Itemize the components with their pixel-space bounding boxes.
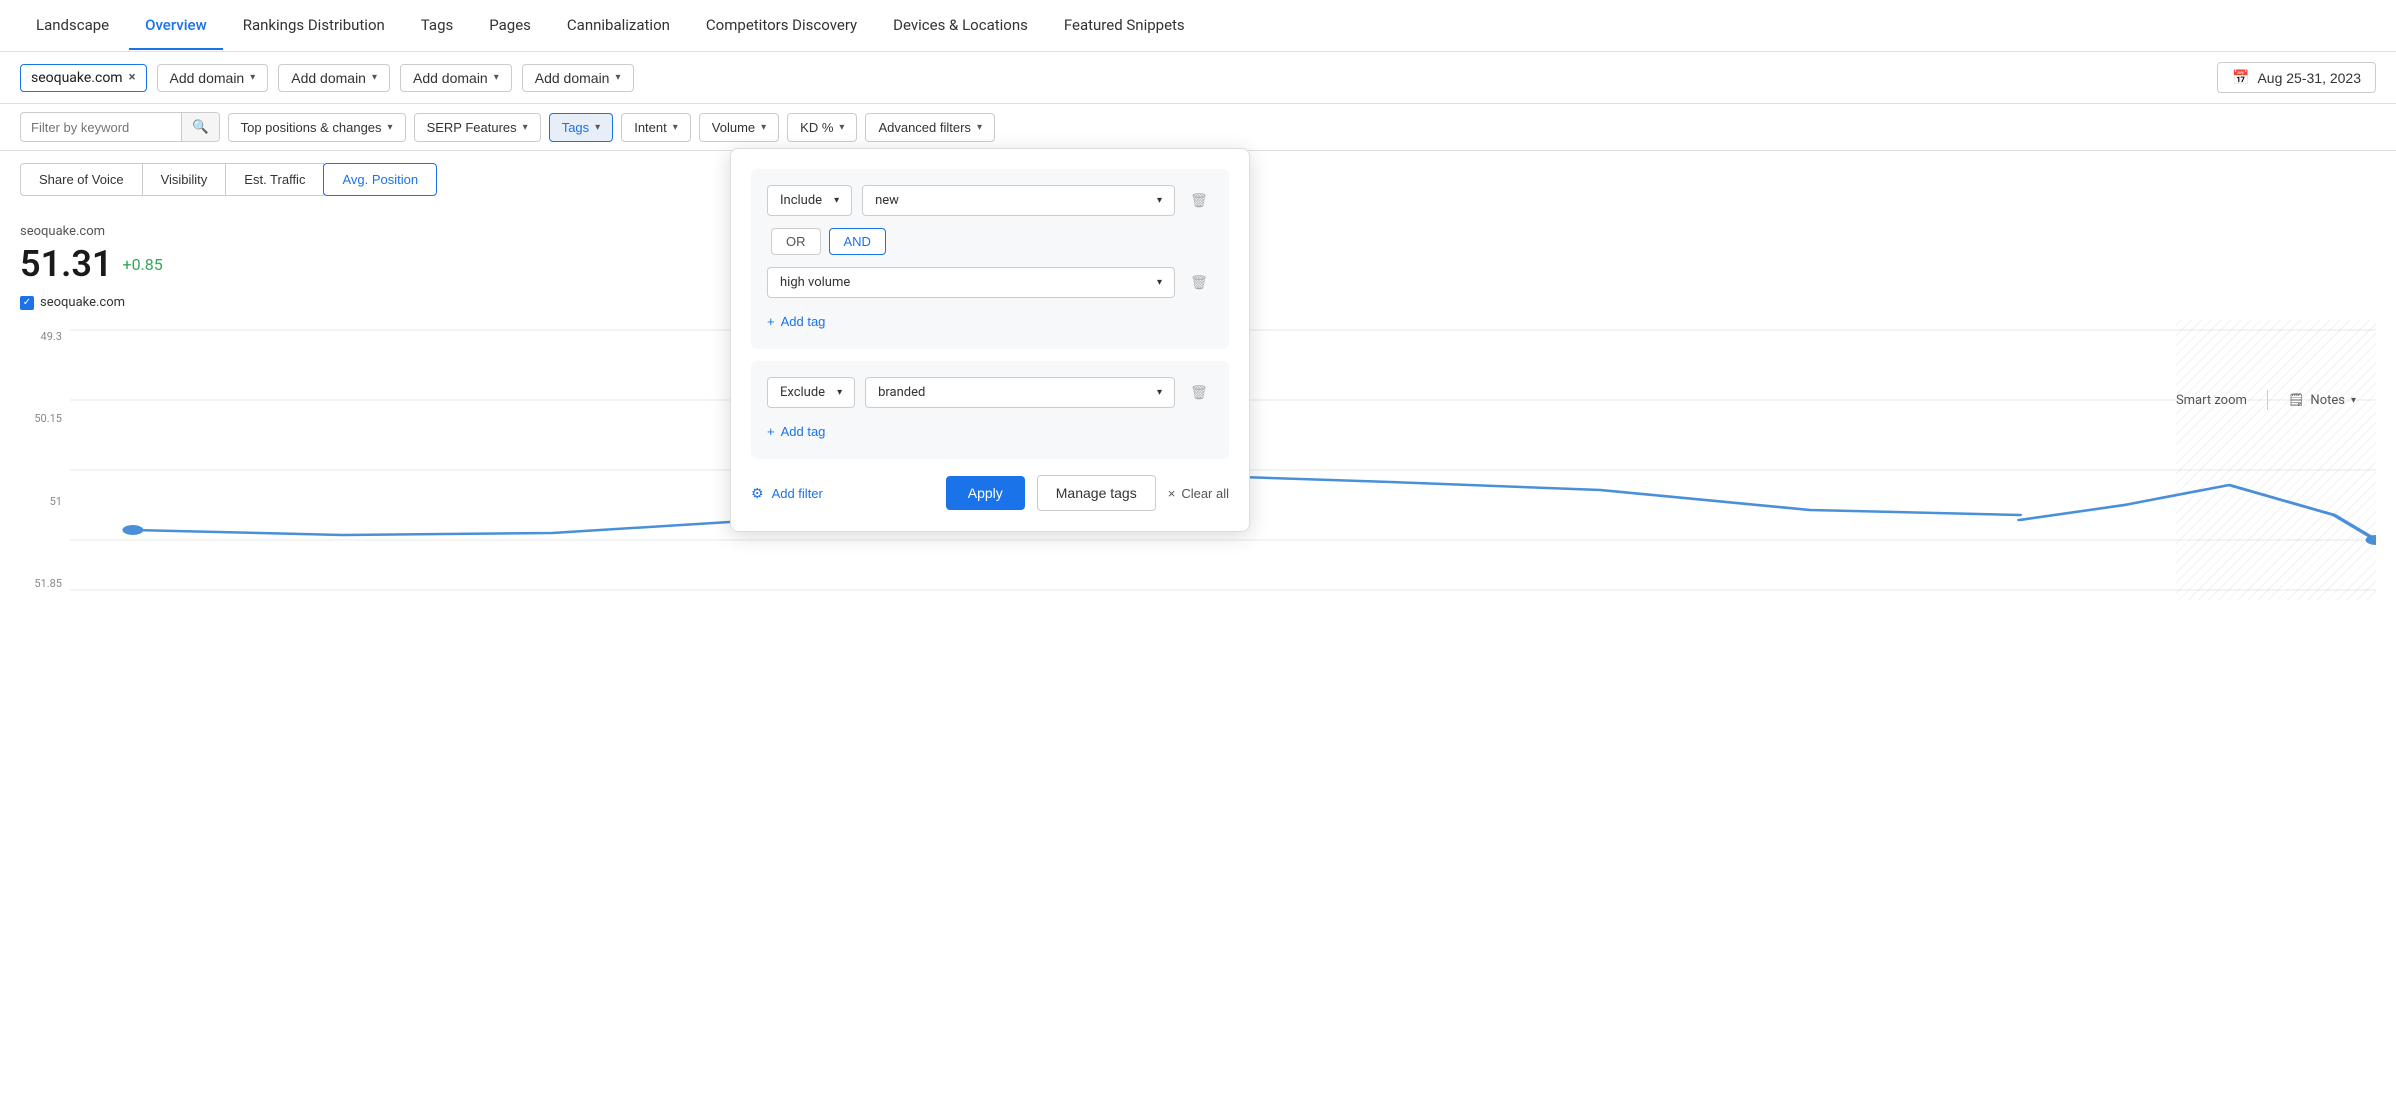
chevron-down-icon: ▾ <box>615 72 620 83</box>
search-button[interactable]: 🔍 <box>181 113 219 141</box>
chevron-down-icon: ▾ <box>250 72 255 83</box>
exclude-select[interactable]: Exclude ▾ <box>767 377 855 408</box>
nav-item-competitors-discovery[interactable]: Competitors Discovery <box>690 2 873 50</box>
tags-filter[interactable]: Tags ▾ <box>549 113 614 142</box>
tags-filter-popup: Include ▾ new ▾ 🗑 OR AND high volume ▾ 🗑… <box>730 148 1250 532</box>
share-of-voice-tab[interactable]: Share of Voice <box>20 163 143 196</box>
volume-filter[interactable]: Volume ▾ <box>699 113 779 142</box>
y-axis: 49.3 50.15 51 51.85 <box>20 320 70 600</box>
tag-value-select-1[interactable]: new ▾ <box>862 185 1175 216</box>
kd-filter[interactable]: KD % ▾ <box>787 113 857 142</box>
search-input[interactable] <box>21 114 181 141</box>
chart-top-right-controls: Smart zoom 🗒 Notes ▾ <box>2176 390 2356 410</box>
legend-item[interactable]: ✓ seoquake.com <box>20 295 125 310</box>
include-select[interactable]: Include ▾ <box>767 185 852 216</box>
advanced-filters[interactable]: Advanced filters ▾ <box>865 113 995 142</box>
chevron-down-icon: ▾ <box>1157 195 1162 206</box>
nav-item-pages[interactable]: Pages <box>473 2 547 50</box>
plus-icon: + <box>767 424 775 439</box>
y-label-3: 51 <box>20 495 70 508</box>
serp-features-filter[interactable]: SERP Features ▾ <box>414 113 541 142</box>
y-label-4: 51.85 <box>20 577 70 590</box>
popup-footer: ⚙ Add filter Apply Manage tags × Clear a… <box>751 475 1229 511</box>
y-label-1: 49.3 <box>20 330 70 343</box>
manage-tags-button[interactable]: Manage tags <box>1037 475 1156 511</box>
chevron-down-icon: ▾ <box>839 122 844 133</box>
and-button[interactable]: AND <box>829 228 886 255</box>
add-filter-button[interactable]: ⚙ Add filter <box>751 485 823 502</box>
chevron-down-icon: ▾ <box>1157 387 1162 398</box>
close-icon: × <box>1168 486 1176 501</box>
top-positions-filter[interactable]: Top positions & changes ▾ <box>228 113 406 142</box>
avg-position-tab[interactable]: Avg. Position <box>323 163 437 196</box>
hatch-overlay <box>2176 320 2376 600</box>
or-and-toggle: OR AND <box>767 228 1213 255</box>
line-start-dot <box>122 525 143 535</box>
chevron-down-icon: ▾ <box>977 122 982 133</box>
notes-icon: 🗒 <box>2288 393 2305 408</box>
domain-bar: seoquake.com × Add domain ▾ Add domain ▾… <box>0 52 2396 104</box>
chevron-down-icon: ▾ <box>834 195 839 206</box>
chevron-down-icon: ▾ <box>673 122 678 133</box>
plus-icon: + <box>767 314 775 329</box>
visibility-tab[interactable]: Visibility <box>142 163 227 196</box>
chevron-down-icon: ▾ <box>494 72 499 83</box>
notes-button[interactable]: 🗒 Notes ▾ <box>2288 393 2356 408</box>
divider <box>2267 390 2268 410</box>
nav-item-devices-locations[interactable]: Devices & Locations <box>877 2 1044 50</box>
add-domain-button-4[interactable]: Add domain ▾ <box>522 64 634 92</box>
delete-high-volume-tag-button[interactable]: 🗑 <box>1185 269 1213 297</box>
nav-item-featured-snippets[interactable]: Featured Snippets <box>1048 2 1201 50</box>
nav-item-cannibalization[interactable]: Cannibalization <box>551 2 686 50</box>
domain-close-button[interactable]: × <box>129 70 136 85</box>
metric-change: +0.85 <box>123 255 163 274</box>
apply-button[interactable]: Apply <box>946 476 1025 510</box>
nav-item-tags[interactable]: Tags <box>405 2 469 50</box>
est-traffic-tab[interactable]: Est. Traffic <box>225 163 324 196</box>
include-filter-group: Include ▾ new ▾ 🗑 OR AND high volume ▾ 🗑… <box>751 169 1229 349</box>
checkbox-icon: ✓ <box>20 296 34 310</box>
add-domain-button-2[interactable]: Add domain ▾ <box>278 64 390 92</box>
chevron-down-icon: ▾ <box>837 387 842 398</box>
nav-item-rankings-distribution[interactable]: Rankings Distribution <box>227 2 401 50</box>
calendar-icon: 📅 <box>2232 69 2249 86</box>
domain-name: seoquake.com <box>31 70 123 86</box>
tag-value-select-2[interactable]: high volume ▾ <box>767 267 1175 298</box>
chevron-down-icon: ▾ <box>372 72 377 83</box>
chevron-down-icon: ▾ <box>595 122 600 133</box>
chevron-down-icon: ▾ <box>2351 395 2356 406</box>
top-navigation: Landscape Overview Rankings Distribution… <box>0 0 2396 52</box>
domain-chip: seoquake.com × <box>20 64 147 92</box>
high-volume-row: high volume ▾ 🗑 <box>767 267 1213 298</box>
include-row: Include ▾ new ▾ 🗑 <box>767 185 1213 216</box>
filter-bar: 🔍 Top positions & changes ▾ SERP Feature… <box>0 104 2396 151</box>
add-domain-button-1[interactable]: Add domain ▾ <box>157 64 269 92</box>
exclude-filter-group: Exclude ▾ branded ▾ 🗑 + Add tag <box>751 361 1229 459</box>
clear-all-button[interactable]: × Clear all <box>1168 486 1229 501</box>
delete-include-tag-button[interactable]: 🗑 <box>1185 187 1213 215</box>
y-label-2: 50.15 <box>20 412 70 425</box>
exclude-row: Exclude ▾ branded ▾ 🗑 <box>767 377 1213 408</box>
legend-domain-label: seoquake.com <box>40 295 125 310</box>
add-tag-button-include[interactable]: + Add tag <box>767 310 825 333</box>
filter-icon: ⚙ <box>751 485 764 502</box>
keyword-search-wrap: 🔍 <box>20 112 220 142</box>
intent-filter[interactable]: Intent ▾ <box>621 113 691 142</box>
date-range-button[interactable]: 📅 Aug 25-31, 2023 <box>2217 62 2376 93</box>
add-tag-button-exclude[interactable]: + Add tag <box>767 420 825 443</box>
nav-item-landscape[interactable]: Landscape <box>20 2 125 50</box>
tag-value-select-branded[interactable]: branded ▾ <box>865 377 1175 408</box>
chevron-down-icon: ▾ <box>1157 277 1162 288</box>
delete-exclude-tag-button[interactable]: 🗑 <box>1185 379 1213 407</box>
nav-item-overview[interactable]: Overview <box>129 2 223 50</box>
chevron-down-icon: ▾ <box>523 122 528 133</box>
chevron-down-icon: ▾ <box>761 122 766 133</box>
smart-zoom-label: Smart zoom <box>2176 393 2247 408</box>
or-button[interactable]: OR <box>771 228 821 255</box>
add-domain-button-3[interactable]: Add domain ▾ <box>400 64 512 92</box>
chevron-down-icon: ▾ <box>388 122 393 133</box>
